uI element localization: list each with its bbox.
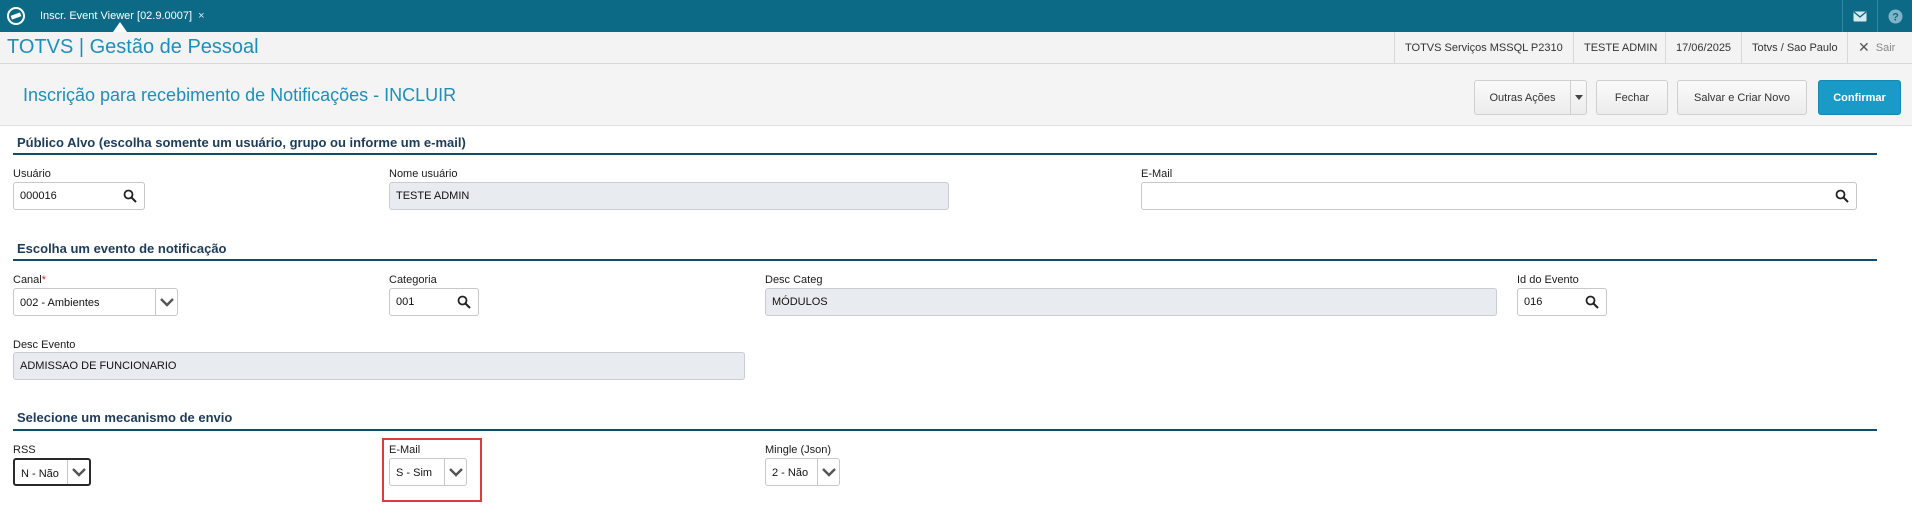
form-content: Público Alvo (escolha somente um usuário… xyxy=(0,126,1912,505)
search-icon[interactable] xyxy=(123,189,137,203)
id-evento-label: Id do Evento xyxy=(1517,274,1579,286)
logout-button[interactable]: ✕ Sair xyxy=(1847,32,1905,63)
chevron-down-icon[interactable] xyxy=(1570,81,1586,114)
top-bar: Inscr. Event Viewer [02.9.0007] × ? xyxy=(0,0,1912,32)
nome-usuario-value: TESTE ADMIN xyxy=(396,190,470,202)
categoria-label: Categoria xyxy=(389,274,437,286)
desc-evento-label: Desc Evento xyxy=(13,339,76,351)
close-button[interactable]: Fechar xyxy=(1596,80,1668,115)
page-title: Inscrição para recebimento de Notificaçõ… xyxy=(23,85,457,105)
tab-close-icon[interactable]: × xyxy=(198,10,204,22)
app-title: TOTVS | Gestão de Pessoal xyxy=(7,36,259,58)
usuario-value: 000016 xyxy=(20,190,57,202)
chevron-down-icon[interactable] xyxy=(155,289,177,315)
app-header: TOTVS | Gestão de Pessoal TOTVS Serviços… xyxy=(0,32,1912,64)
help-icon[interactable]: ? xyxy=(1878,0,1912,32)
close-button-label: Fechar xyxy=(1614,91,1650,104)
date-info: 17/06/2025 xyxy=(1665,32,1741,63)
save-and-new-button[interactable]: Salvar e Criar Novo xyxy=(1677,80,1807,115)
required-marker: * xyxy=(41,274,47,286)
environment-info: TOTVS Serviços MSSQL P2310 xyxy=(1394,32,1573,63)
categoria-field[interactable]: 001 xyxy=(389,288,479,316)
section-divider xyxy=(13,259,1877,261)
usuario-field[interactable]: 000016 xyxy=(13,182,145,210)
email-mechanism-value: S - Sim xyxy=(396,467,433,479)
totvs-logo-icon[interactable] xyxy=(6,6,26,26)
desc-categ-field: MÓDULOS xyxy=(765,288,1497,316)
page-header: Inscrição para recebimento de Notificaçõ… xyxy=(0,64,1912,126)
rss-label: RSS xyxy=(13,444,36,456)
canal-select[interactable]: 002 - Ambientes xyxy=(13,288,178,316)
nome-usuario-field: TESTE ADMIN xyxy=(389,182,949,210)
usuario-label: Usuário xyxy=(13,168,51,180)
active-tab-indicator xyxy=(113,22,127,32)
id-evento-field[interactable]: 016 xyxy=(1517,288,1607,316)
email-mechanism-label: E-Mail xyxy=(389,444,421,456)
mail-icon[interactable] xyxy=(1843,0,1877,32)
branch-info: Totvs / Sao Paulo xyxy=(1741,32,1848,63)
search-icon[interactable] xyxy=(457,295,471,309)
confirm-button[interactable]: Confirmar xyxy=(1818,80,1901,115)
close-icon: ✕ xyxy=(1858,39,1870,55)
mingle-value: 2 - Não xyxy=(772,467,809,479)
section-divider xyxy=(13,429,1877,431)
chevron-down-icon[interactable] xyxy=(67,460,89,484)
mingle-label: Mingle (Json) xyxy=(765,444,832,456)
categoria-value: 001 xyxy=(396,296,415,308)
desc-categ-label: Desc Categ xyxy=(765,274,823,286)
section-title-mechanism: Selecione um mecanismo de envio xyxy=(17,410,233,425)
user-info: TESTE ADMIN xyxy=(1573,32,1667,63)
desc-evento-field: ADMISSAO DE FUNCIONARIO xyxy=(13,352,745,380)
nome-usuario-label: Nome usuário xyxy=(389,168,458,180)
chevron-down-icon[interactable] xyxy=(817,459,839,485)
canal-label: Canal* xyxy=(13,274,46,286)
confirm-label: Confirmar xyxy=(1833,91,1886,104)
svg-text:?: ? xyxy=(1892,11,1899,23)
more-actions-button[interactable]: Outras Ações xyxy=(1474,80,1587,115)
rss-value: N - Não xyxy=(21,468,59,480)
rss-select[interactable]: N - Não xyxy=(13,458,91,486)
desc-categ-value: MÓDULOS xyxy=(772,296,828,308)
desc-evento-value: ADMISSAO DE FUNCIONARIO xyxy=(20,360,177,372)
mingle-select[interactable]: 2 - Não xyxy=(765,458,840,486)
canal-value: 002 - Ambientes xyxy=(20,297,100,309)
logout-label: Sair xyxy=(1875,41,1896,54)
email-mechanism-select[interactable]: S - Sim xyxy=(389,458,467,486)
section-divider xyxy=(13,153,1877,155)
search-icon[interactable] xyxy=(1585,295,1599,309)
tab-label: Inscr. Event Viewer [02.9.0007] xyxy=(40,10,193,22)
id-evento-value: 016 xyxy=(1524,296,1543,308)
chevron-down-icon[interactable] xyxy=(444,459,466,485)
more-actions-label: Outras Ações xyxy=(1489,91,1556,104)
section-title-event: Escolha um evento de notificação xyxy=(17,241,227,256)
canal-label-text: Canal xyxy=(13,274,42,286)
email-label: E-Mail xyxy=(1141,168,1173,180)
search-icon[interactable] xyxy=(1835,189,1849,203)
email-field[interactable] xyxy=(1141,182,1857,210)
section-title-target: Público Alvo (escolha somente um usuário… xyxy=(17,135,466,150)
save-and-new-label: Salvar e Criar Novo xyxy=(1694,91,1790,104)
